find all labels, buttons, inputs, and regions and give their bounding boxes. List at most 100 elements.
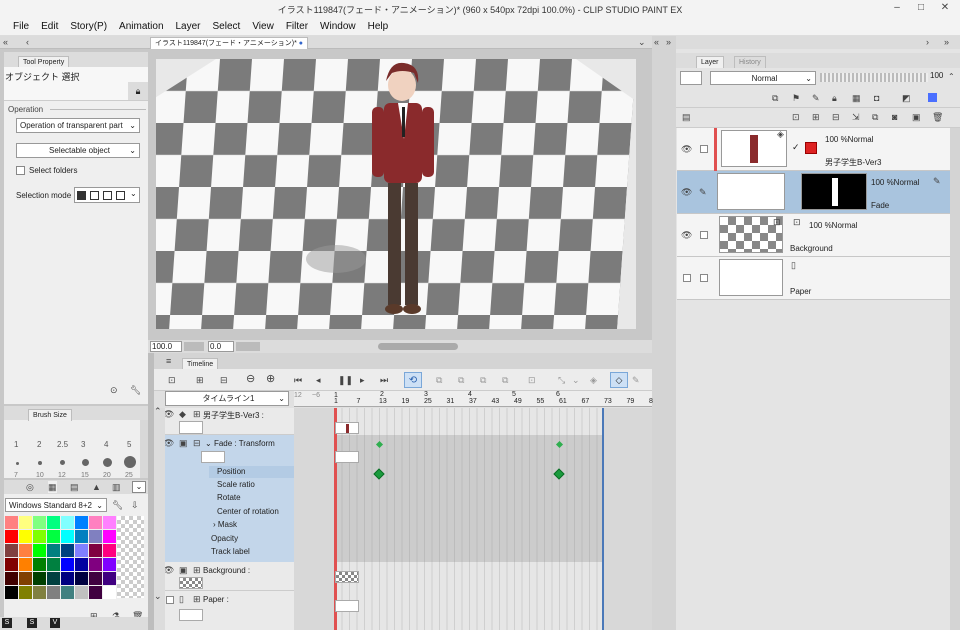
layer-row-character[interactable]: 👁︎ ◈ 100 %Normal ✓ 男子学生B-Ver3: [677, 128, 950, 171]
color-swatch[interactable]: [5, 530, 18, 543]
download-icon[interactable]: ⇩: [131, 499, 139, 511]
color-swatch[interactable]: [33, 586, 46, 599]
layer-row-background[interactable]: 👁︎ ⊡ ⊡ 100 %Normal Background: [677, 214, 950, 257]
property-position[interactable]: Position: [209, 466, 294, 478]
combine-icon[interactable]: ⧉: [872, 111, 878, 123]
color-swatch[interactable]: [61, 572, 74, 585]
chevron-up-icon[interactable]: ⌃: [154, 405, 162, 417]
size-15[interactable]: 15: [81, 472, 89, 478]
property-opacity[interactable]: Opacity: [211, 534, 238, 543]
rotate-slider[interactable]: [236, 342, 260, 351]
last-frame-icon[interactable]: ⏭: [380, 374, 388, 386]
color-swatch[interactable]: [33, 530, 46, 543]
menu-window[interactable]: Window: [314, 17, 362, 36]
edit-timeline-icon[interactable]: ⊞: [196, 374, 204, 386]
keyframe-icon[interactable]: ⧉: [458, 374, 464, 386]
chevron-down-icon[interactable]: ⌄: [638, 36, 646, 48]
collapse-icon[interactable]: «: [654, 36, 659, 48]
chevron-down-icon[interactable]: ⌄: [572, 374, 580, 386]
timeline-dropdown[interactable]: タイムライン1 ⌄: [165, 391, 289, 406]
track-grid[interactable]: [294, 408, 652, 630]
pencil-icon[interactable]: ✎: [632, 374, 640, 386]
cel-icon[interactable]: ⧉: [480, 374, 486, 386]
track-background[interactable]: 👁︎ ▣ ⊞ Background :: [163, 562, 294, 591]
zoom-field[interactable]: 100.0: [150, 341, 182, 352]
color-swatch[interactable]: [75, 558, 88, 571]
color-swatch[interactable]: [103, 544, 116, 557]
color-swatch[interactable]: [33, 516, 46, 529]
menu-view[interactable]: View: [246, 17, 280, 36]
color-swatch[interactable]: [103, 530, 116, 543]
intermediate-color-icon[interactable]: ▤: [70, 481, 79, 493]
expand-icon[interactable]: ⊞: [193, 593, 201, 605]
layer-color-chip[interactable]: [928, 93, 937, 102]
transparent-color-chip[interactable]: V: [50, 618, 60, 628]
color-swatch[interactable]: [75, 572, 88, 585]
minimize-icon[interactable]: –: [890, 1, 904, 15]
color-swatch[interactable]: [103, 558, 116, 571]
menu-layer[interactable]: Layer: [170, 17, 207, 36]
color-swatch[interactable]: [103, 516, 116, 529]
chevron-down-icon[interactable]: ⌄: [154, 590, 162, 602]
wrench-icon[interactable]: 🔧︎: [112, 499, 123, 511]
select-folders-checkbox[interactable]: [16, 166, 25, 175]
color-swatch[interactable]: [47, 530, 60, 543]
brush-dot[interactable]: [82, 459, 89, 466]
blend-mode-dropdown[interactable]: Normal ⌄: [710, 71, 816, 85]
menu-filter[interactable]: Filter: [280, 17, 314, 36]
timeline-settings-icon[interactable]: ⊟: [220, 374, 228, 386]
collapse-right-icon[interactable]: »: [944, 36, 949, 48]
color-swatch[interactable]: [61, 586, 74, 599]
frame-icon[interactable]: ⊡: [528, 374, 536, 386]
color-swatch[interactable]: [75, 586, 88, 599]
size-4[interactable]: 4: [104, 440, 108, 449]
onion-skin-icon[interactable]: ⧉: [436, 374, 442, 386]
zoom-in-icon[interactable]: ⊕: [266, 373, 275, 385]
color-swatch[interactable]: [47, 544, 60, 557]
cel-spec-icon[interactable]: ⧉: [502, 374, 508, 386]
size-1[interactable]: 1: [14, 440, 18, 449]
reference-layer-icon[interactable]: ⚑: [792, 92, 800, 104]
track-fade[interactable]: 👁︎ ▣ ⊟ ⌄ Fade : Transform Position Scale…: [163, 435, 294, 562]
pause-icon[interactable]: ❚❚: [338, 374, 353, 386]
collapse-icon[interactable]: ⊟: [193, 437, 201, 449]
ruler-icon[interactable]: ◩: [902, 92, 911, 104]
color-swatch[interactable]: [19, 516, 32, 529]
mask-icon[interactable]: ◙: [892, 111, 897, 123]
brush-dot[interactable]: [103, 458, 112, 467]
visibility-checkbox[interactable]: [683, 274, 691, 282]
tab-history[interactable]: History: [734, 56, 766, 68]
size-12[interactable]: 12: [58, 472, 66, 478]
color-swatch[interactable]: [5, 558, 18, 571]
size-3[interactable]: 3: [81, 440, 85, 449]
property-track-label[interactable]: Track label: [211, 547, 250, 556]
color-swatch[interactable]: [5, 544, 18, 557]
size-10[interactable]: 10: [36, 472, 44, 478]
selection-mode-control[interactable]: ⌄: [74, 187, 140, 203]
property-mask[interactable]: › Mask: [213, 520, 237, 529]
color-swatch[interactable]: [89, 586, 102, 599]
tool-reset-icon[interactable]: ⊙: [110, 384, 118, 396]
approximate-color-icon[interactable]: ▲: [92, 481, 101, 493]
size-20[interactable]: 20: [103, 472, 111, 478]
trash-icon[interactable]: 🗑︎: [932, 111, 943, 123]
lock-transparent-icon[interactable]: ▦: [852, 92, 861, 104]
color-swatch[interactable]: [47, 516, 60, 529]
color-swatch[interactable]: [5, 516, 18, 529]
color-swatch[interactable]: [61, 558, 74, 571]
color-swatch[interactable]: [89, 516, 102, 529]
color-swatch[interactable]: [89, 558, 102, 571]
apply-mask-icon[interactable]: ▣: [912, 111, 921, 123]
enable-keyframes-icon[interactable]: ◇: [610, 372, 628, 388]
curve-icon[interactable]: ⤡: [558, 374, 565, 386]
mask-enable-icon[interactable]: ◘: [874, 92, 879, 104]
color-swatch[interactable]: [89, 544, 102, 557]
menu-help[interactable]: Help: [362, 17, 395, 36]
frame-ruler[interactable]: 12 ~6 1 2 3 4 5 6 1 7 13 19 25 31 37 43 49 55 61 67…: [294, 391, 653, 407]
chevron-down-icon[interactable]: ⌄: [132, 481, 146, 493]
keyframe-add-icon[interactable]: ◈: [590, 374, 597, 386]
color-swatch[interactable]: [47, 572, 60, 585]
horizontal-scrollbar[interactable]: [378, 343, 458, 350]
color-swatch[interactable]: [75, 544, 88, 557]
color-swatch[interactable]: [47, 558, 60, 571]
